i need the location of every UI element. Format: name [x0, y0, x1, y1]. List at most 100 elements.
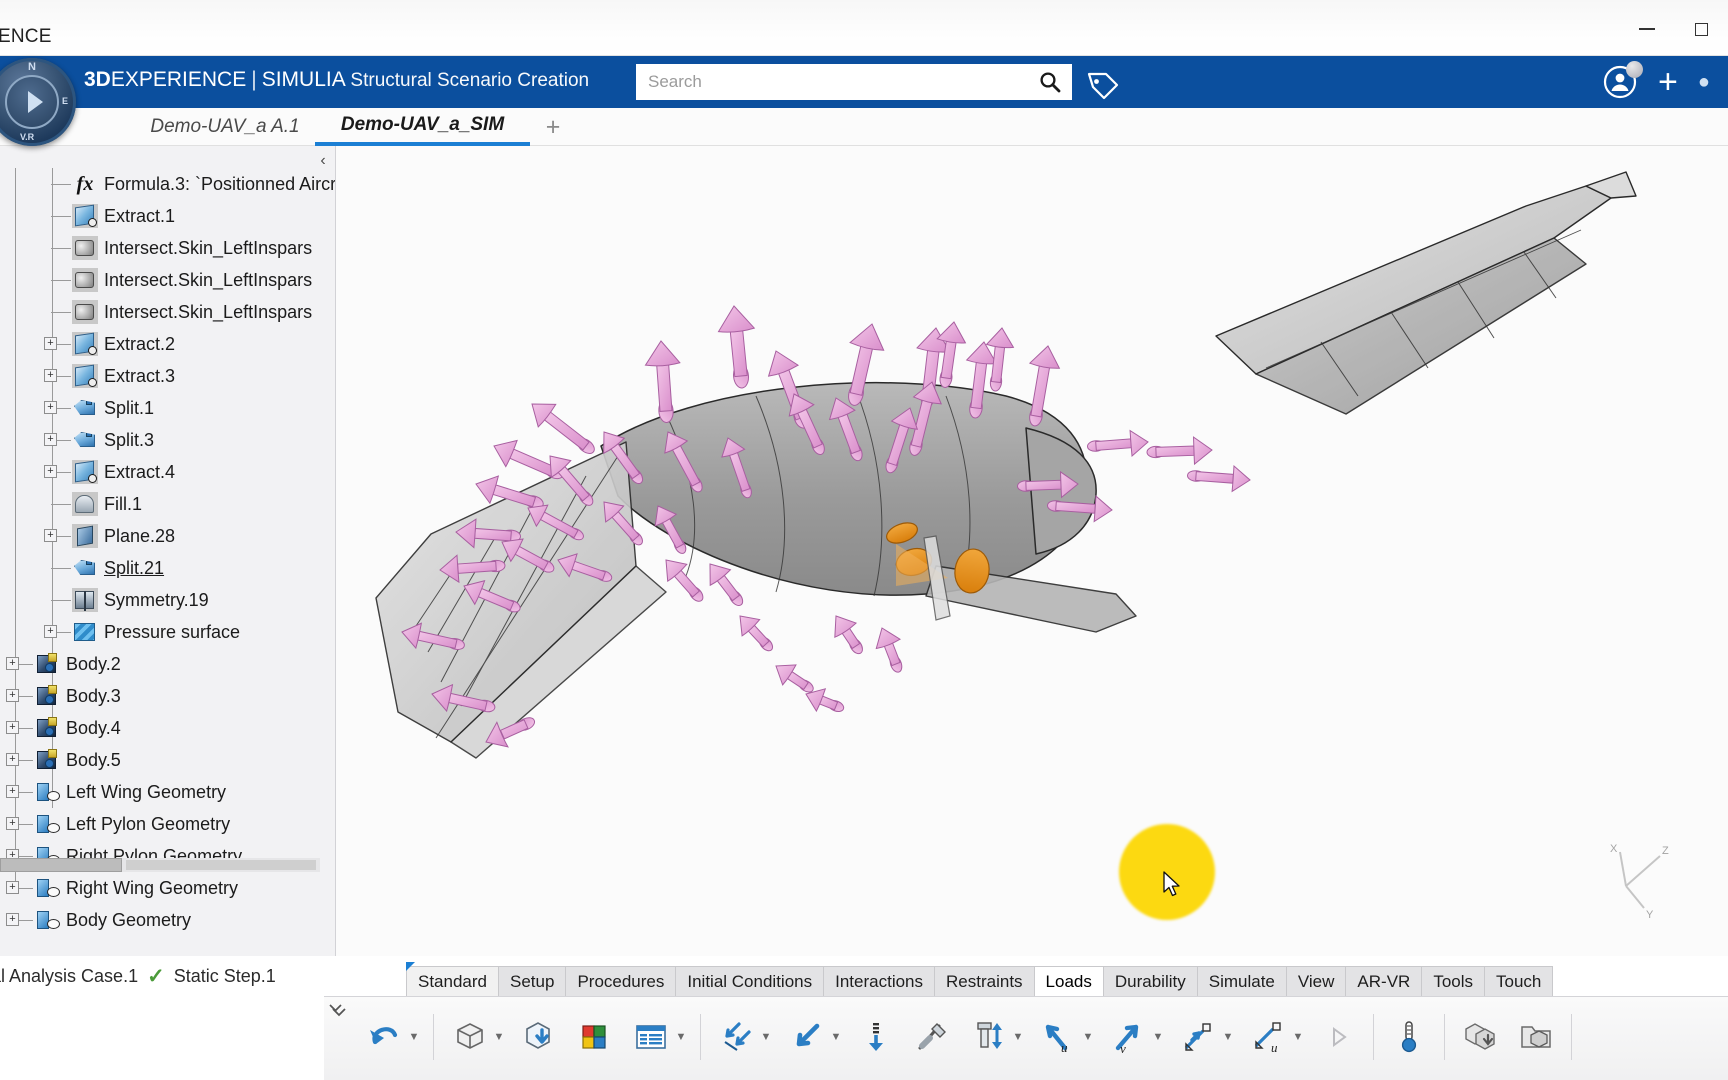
action-bar-tab-touch[interactable]: Touch: [1485, 966, 1554, 996]
colored-assembly-button[interactable]: [567, 1004, 623, 1070]
tree-expander[interactable]: +: [44, 401, 57, 414]
tree-expander[interactable]: +: [6, 785, 19, 798]
solid-shape-button[interactable]: ▼: [441, 1004, 511, 1070]
force-arrow-button[interactable]: ▼: [778, 1004, 848, 1070]
specification-tree-panel[interactable]: fx Formula.3: `Positionned Aircraft\(Extr…: [0, 146, 336, 956]
3d-viewport[interactable]: Z Y X: [336, 146, 1728, 956]
path-force-u-button[interactable]: u ▼: [1240, 1004, 1310, 1070]
tree-node[interactable]: Extract.1: [0, 200, 335, 232]
overflow-icon[interactable]: ●: [1698, 71, 1710, 94]
tree-expander[interactable]: +: [44, 465, 57, 478]
tree-node[interactable]: Intersect.Skin_LeftInspars: [0, 264, 335, 296]
pressure-button[interactable]: [848, 1004, 904, 1070]
thermal-button[interactable]: [1381, 1004, 1437, 1070]
play-disabled-button[interactable]: [1310, 1004, 1366, 1070]
folder-solid-button[interactable]: [1508, 1004, 1564, 1070]
document-tab-0[interactable]: Demo-UAV_a A.1: [120, 108, 330, 146]
tree-node[interactable]: + Right Wing Geometry: [0, 872, 335, 904]
tree-node[interactable]: + Body.2: [0, 648, 335, 680]
chevron-down-icon[interactable]: ▼: [1081, 1031, 1095, 1043]
tree-scroll-thumb[interactable]: [0, 858, 122, 872]
nodal-force-v-button[interactable]: v ▼: [1100, 1004, 1170, 1070]
tree-node[interactable]: Intersect.Skin_LeftInspars: [0, 296, 335, 328]
tree-node[interactable]: + Pressure surface: [0, 616, 335, 648]
assembly-load-button[interactable]: [1452, 1004, 1508, 1070]
action-bar-tab-procedures[interactable]: Procedures: [566, 966, 677, 996]
tree-expander[interactable]: +: [44, 433, 57, 446]
search-box[interactable]: [636, 64, 1072, 100]
search-input[interactable]: [636, 64, 1028, 100]
tag-icon[interactable]: [1086, 70, 1120, 105]
action-bar-tab-loads[interactable]: Loads: [1034, 966, 1104, 996]
chevron-down-icon[interactable]: ▼: [674, 1031, 688, 1043]
tree-node[interactable]: + Body.3: [0, 680, 335, 712]
action-bar-tab-tools[interactable]: Tools: [1422, 966, 1486, 996]
tree-node[interactable]: + Left Wing Geometry: [0, 776, 335, 808]
action-bar-tab-simulate[interactable]: Simulate: [1197, 966, 1287, 996]
status-dropdown-button[interactable]: [324, 994, 346, 1020]
undo-button[interactable]: ▼: [356, 1004, 426, 1070]
line-load-button[interactable]: [904, 1004, 960, 1070]
chevron-down-icon[interactable]: ▼: [492, 1031, 506, 1043]
tree-node[interactable]: + Plane.28: [0, 520, 335, 552]
action-bar-tab-setup[interactable]: Setup: [499, 966, 567, 996]
action-bar-tab-restraints[interactable]: Restraints: [935, 966, 1035, 996]
tree-expander[interactable]: +: [44, 369, 57, 382]
tree-node[interactable]: fx Formula.3: `Positionned Aircraft\(: [0, 168, 335, 200]
tree-node[interactable]: + Body Geometry: [0, 904, 335, 936]
action-bar-tab-durability[interactable]: Durability: [1103, 966, 1198, 996]
path-force-button[interactable]: ▼: [1170, 1004, 1240, 1070]
action-bar-tab-view[interactable]: View: [1286, 966, 1347, 996]
import-solid-button[interactable]: [511, 1004, 567, 1070]
document-tab-1[interactable]: Demo-UAV_a_SIM: [315, 108, 530, 146]
window-minimize-button[interactable]: [1620, 12, 1674, 46]
window-restore-button[interactable]: [1674, 12, 1728, 46]
chevron-down-icon[interactable]: ▼: [759, 1031, 773, 1043]
chevron-down-icon[interactable]: ▼: [1291, 1031, 1305, 1043]
action-bar-tab-initial-conditions[interactable]: Initial Conditions: [676, 966, 825, 996]
chevron-down-icon[interactable]: ▼: [829, 1031, 843, 1043]
intersect-icon: [72, 268, 98, 292]
tree-node[interactable]: Fill.1: [0, 488, 335, 520]
distributed-force-button[interactable]: ▼: [708, 1004, 778, 1070]
tree-expander[interactable]: +: [6, 657, 19, 670]
tree-expander[interactable]: +: [6, 753, 19, 766]
tree-node[interactable]: + Extract.4: [0, 456, 335, 488]
search-icon[interactable]: [1028, 64, 1072, 100]
tree-collapse-button[interactable]: ‹: [312, 148, 334, 174]
tree-node-label: Plane.28: [104, 525, 176, 546]
tree-node[interactable]: + Body.5: [0, 744, 335, 776]
tree-node[interactable]: Split.21: [0, 552, 335, 584]
action-bar-tab-standard[interactable]: Standard: [406, 966, 499, 996]
chevron-down-icon[interactable]: ▼: [1151, 1031, 1165, 1043]
user-avatar-icon[interactable]: [1602, 61, 1644, 100]
tree-expander[interactable]: +: [44, 337, 57, 350]
chevron-down-icon[interactable]: ▼: [1011, 1031, 1025, 1043]
action-bar-tab-ar-vr[interactable]: AR-VR: [1346, 966, 1423, 996]
tree-node[interactable]: + Body.4: [0, 712, 335, 744]
tree-node[interactable]: + Extract.3: [0, 360, 335, 392]
chevron-down-icon[interactable]: ▼: [407, 1031, 421, 1043]
chevron-down-icon[interactable]: ▼: [1221, 1031, 1235, 1043]
tree-expander[interactable]: +: [44, 529, 57, 542]
tree-expander[interactable]: +: [6, 913, 19, 926]
action-bar-tab-interactions[interactable]: Interactions: [824, 966, 936, 996]
tree-expander[interactable]: +: [6, 689, 19, 702]
tree-expander[interactable]: +: [6, 721, 19, 734]
add-button[interactable]: +: [1658, 65, 1678, 99]
tree-node[interactable]: + Split.3: [0, 424, 335, 456]
tree-expander[interactable]: +: [6, 881, 19, 894]
tree-node[interactable]: + Split.1: [0, 392, 335, 424]
bolt-load-button[interactable]: ▼: [960, 1004, 1030, 1070]
tree-node[interactable]: + Left Pylon Geometry: [0, 808, 335, 840]
nodal-force-u-button[interactable]: u ▼: [1030, 1004, 1100, 1070]
tree-expander[interactable]: +: [44, 625, 57, 638]
tree-horizontal-scrollbar[interactable]: [0, 858, 320, 872]
tree-node[interactable]: + Extract.2: [0, 328, 335, 360]
table-list-button[interactable]: ▼: [623, 1004, 693, 1070]
compass-center-button[interactable]: [5, 75, 59, 129]
tree-expander[interactable]: +: [6, 817, 19, 830]
tree-node[interactable]: Intersect.Skin_LeftInspars: [0, 232, 335, 264]
new-tab-button[interactable]: +: [536, 112, 570, 142]
tree-node[interactable]: Symmetry.19: [0, 584, 335, 616]
